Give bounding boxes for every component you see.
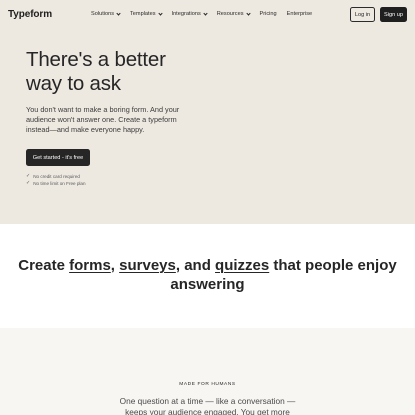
nav-item-enterprise[interactable]: Enterprise [287, 11, 313, 17]
heading-text: , and [175, 257, 216, 274]
top-nav: Typeform Solutions Templates Integration… [0, 0, 415, 30]
nav-item-templates[interactable]: Templates [130, 10, 163, 17]
surveys-link[interactable]: surveys [119, 257, 176, 274]
nav-item-integrations[interactable]: Integrations [171, 10, 208, 17]
nav-item-label: Enterprise [286, 11, 313, 17]
hero-subtitle: You don't want to make a boring form. An… [26, 105, 180, 134]
signup-button[interactable]: Sign up [380, 7, 407, 22]
heading-text: Create [18, 257, 70, 274]
chevron-down-icon [157, 10, 163, 16]
nav-item-label: Resources [216, 11, 244, 17]
benefit-label: No time limit on Free plan [33, 181, 86, 186]
nav-item-pricing[interactable]: Pricing [260, 11, 277, 17]
forms-link[interactable]: forms [69, 257, 111, 274]
nav-links: Solutions Templates Integrations Resourc… [91, 10, 322, 17]
chevron-down-icon [116, 10, 121, 16]
made-for-humans-section: MADE FOR HUMANS One question at a time —… [0, 328, 415, 415]
quizzes-link[interactable]: quizzes [215, 257, 269, 274]
section-body-text: One question at a time — like a conversa… [119, 396, 296, 415]
benefit-label: No credit card required [33, 174, 80, 179]
section-body: One question at a time — like a conversa… [0, 396, 415, 415]
heading-text: , [110, 257, 120, 274]
chevron-down-icon [203, 10, 208, 16]
product-types-section: Create forms, surveys, and quizzes that … [0, 224, 415, 328]
benefit-item: ✓ No time limit on Free plan [26, 180, 86, 187]
chevron-down-icon [245, 10, 251, 16]
section-eyebrow: MADE FOR HUMANS [179, 382, 236, 387]
benefit-item: ✓ No credit card required [26, 173, 86, 180]
checkmark-icon: ✓ [26, 180, 31, 186]
get-started-button[interactable]: Get started - it's free [26, 149, 90, 166]
nav-item-solutions[interactable]: Solutions [91, 10, 121, 17]
nav-item-label: Pricing [259, 11, 277, 17]
product-types-heading: Create forms, surveys, and quizzes that … [0, 256, 415, 294]
checkmark-icon: ✓ [26, 173, 31, 179]
hero-section: Typeform Solutions Templates Integration… [0, 0, 415, 224]
nav-item-label: Integrations [171, 11, 201, 17]
benefits-list: ✓ No credit card required ✓ No time limi… [26, 173, 86, 187]
nav-item-label: Templates [130, 11, 156, 17]
login-button[interactable]: Log in [350, 7, 375, 22]
nav-item-label: Solutions [91, 11, 115, 17]
hero-title: There's a better way to ask [26, 48, 166, 95]
nav-item-resources[interactable]: Resources [216, 10, 251, 17]
typeform-logo[interactable]: Typeform [8, 9, 52, 20]
